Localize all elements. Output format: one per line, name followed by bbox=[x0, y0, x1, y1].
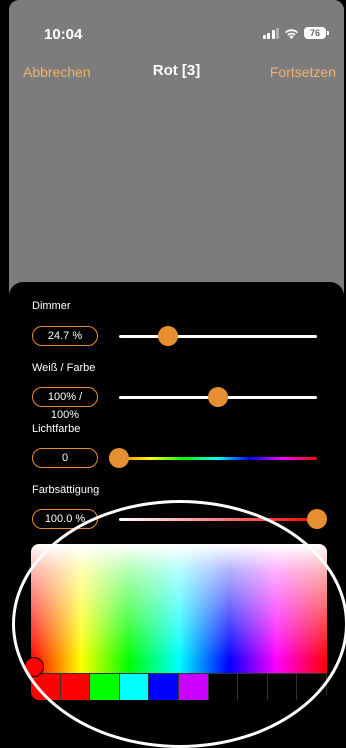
color-swatch[interactable] bbox=[31, 674, 61, 700]
dimmer-label: Dimmer bbox=[32, 300, 71, 312]
color-swatch[interactable] bbox=[119, 674, 150, 700]
color-swatch[interactable] bbox=[60, 674, 91, 700]
white-color-slider-thumb[interactable] bbox=[208, 387, 228, 407]
color-swatch[interactable] bbox=[297, 674, 327, 700]
hue-slider-thumb[interactable] bbox=[109, 448, 129, 468]
white-color-value-field[interactable]: 100% / 100% bbox=[32, 387, 98, 421]
white-color-slider[interactable] bbox=[119, 387, 317, 407]
wifi-icon bbox=[284, 28, 299, 39]
color-swatch[interactable] bbox=[267, 674, 298, 700]
color-swatch[interactable] bbox=[208, 674, 239, 700]
saturation-slider[interactable] bbox=[119, 509, 327, 529]
color-swatch[interactable] bbox=[90, 674, 120, 700]
dimmer-slider-thumb[interactable] bbox=[157, 326, 178, 346]
color-swatch[interactable] bbox=[178, 674, 209, 700]
status-icons: 76 bbox=[262, 27, 329, 39]
color-swatch[interactable] bbox=[238, 674, 268, 700]
hue-slider[interactable] bbox=[109, 448, 317, 468]
color-spectrum-white-overlay bbox=[31, 544, 327, 674]
color-swatch[interactable] bbox=[149, 674, 179, 700]
light-color-label: Lichtfarbe bbox=[32, 423, 81, 435]
dimmer-slider[interactable] bbox=[119, 326, 317, 346]
battery-icon: 76 bbox=[304, 27, 329, 39]
signal-icon bbox=[262, 27, 279, 39]
status-time: 10:04 bbox=[44, 26, 83, 43]
light-color-value-field[interactable]: 0 bbox=[32, 448, 98, 468]
saturation-value-field[interactable]: 100.0 % bbox=[32, 509, 98, 529]
navigation-bar: Abbrechen Rot [3] Fortsetzen bbox=[9, 62, 344, 82]
dimmer-value-field[interactable]: 24.7 % bbox=[32, 326, 98, 346]
continue-button[interactable]: Fortsetzen bbox=[270, 64, 336, 80]
status-bar: 10:04 76 bbox=[9, 26, 344, 46]
saturation-label: Farbsättigung bbox=[32, 484, 100, 496]
color-picker[interactable] bbox=[31, 544, 327, 700]
white-color-label: Weiß / Farbe bbox=[32, 362, 96, 374]
color-control-panel: Dimmer 24.7 % Weiß / Farbe 100% / 100% L… bbox=[9, 282, 344, 742]
dimmed-background: 10:04 76 Abbrechen Rot [3] Fortsetzen bbox=[9, 0, 344, 300]
color-picker-selector[interactable] bbox=[24, 657, 44, 677]
color-swatches bbox=[31, 673, 327, 700]
saturation-slider-thumb[interactable] bbox=[307, 509, 327, 529]
